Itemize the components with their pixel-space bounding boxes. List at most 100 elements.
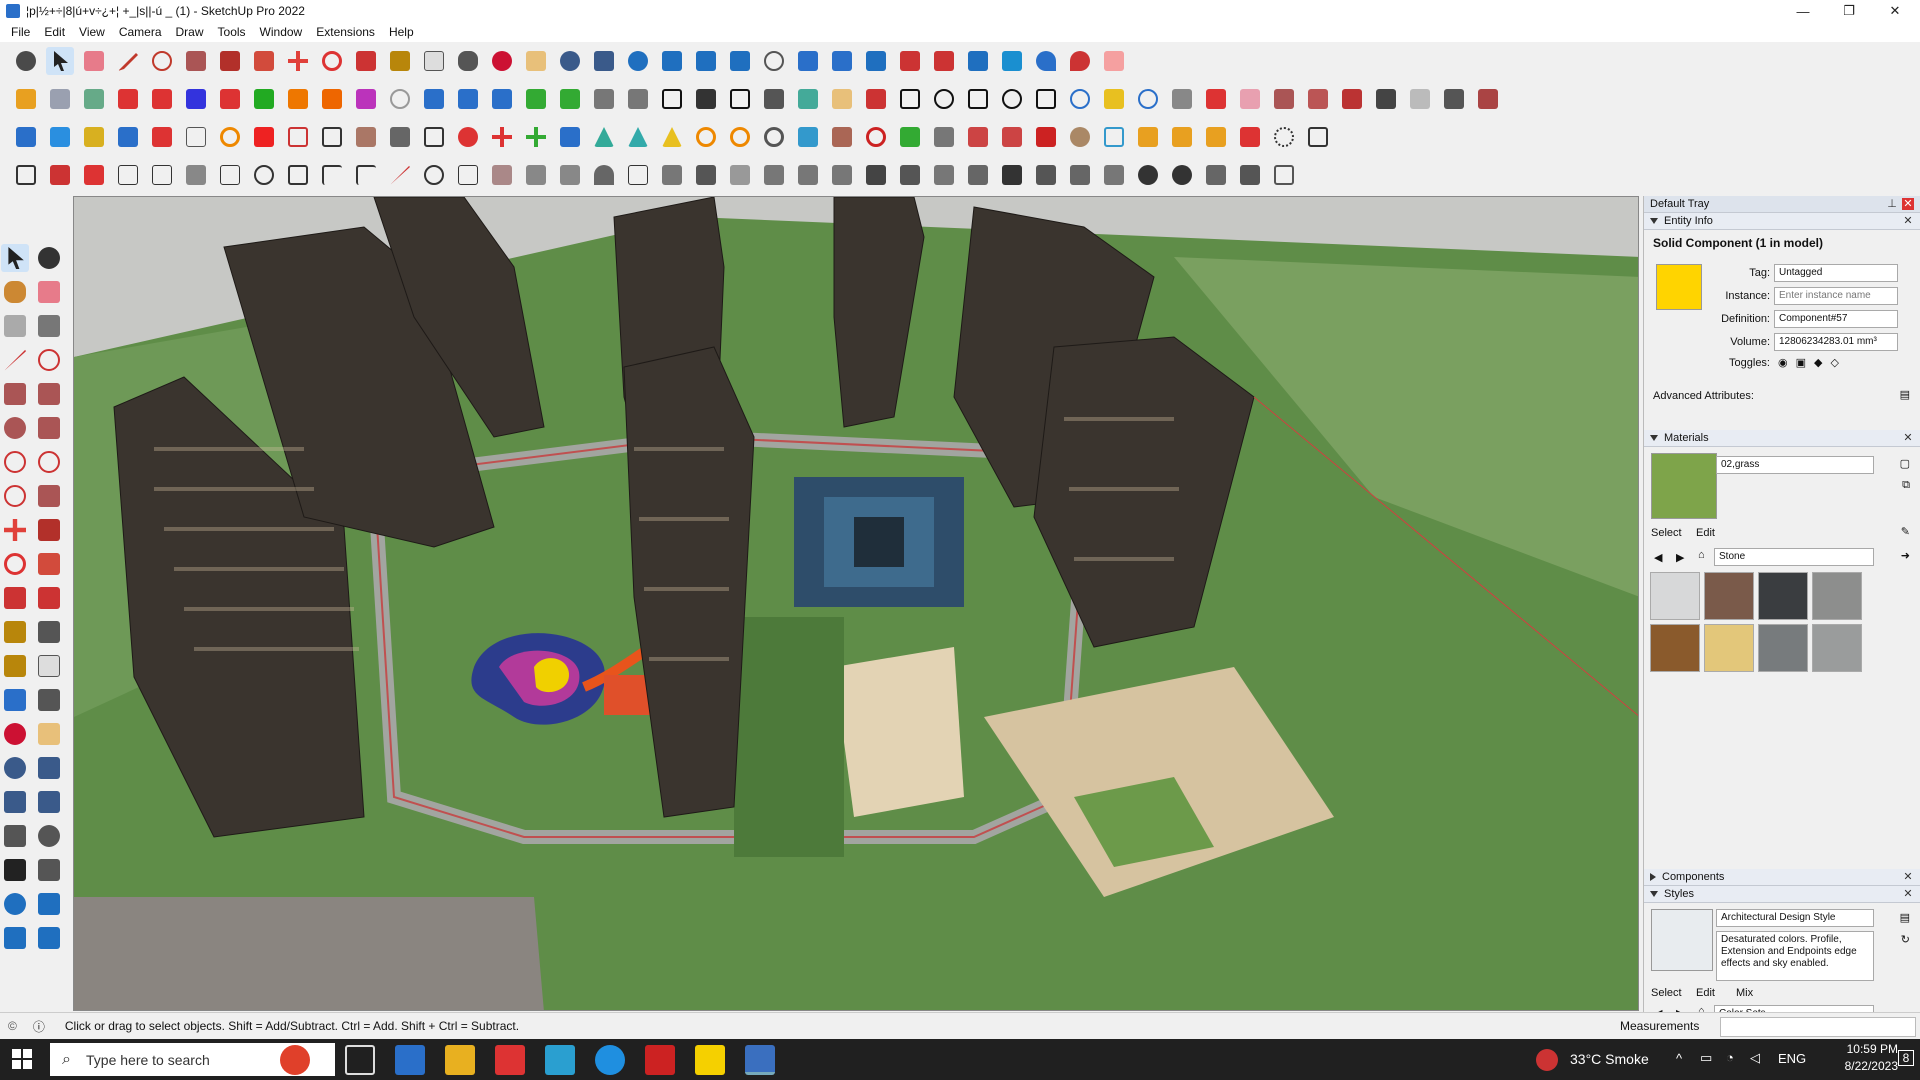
- corner-icon[interactable]: [318, 123, 346, 151]
- visible-toggle-icon[interactable]: ◉: [1778, 356, 1788, 369]
- arc-blue-icon[interactable]: [1066, 85, 1094, 113]
- push-pull-icon[interactable]: [216, 47, 244, 75]
- material-swatch[interactable]: [1650, 624, 1700, 672]
- grid-dark-icon[interactable]: [1304, 123, 1332, 151]
- style-name-field[interactable]: Architectural Design Style: [1716, 909, 1874, 927]
- shape-parallelogram-icon[interactable]: [1032, 85, 1060, 113]
- mesh2-icon[interactable]: [148, 161, 176, 189]
- sphere-icon[interactable]: [1066, 123, 1094, 151]
- material-swatch[interactable]: [1758, 572, 1808, 620]
- columns-icon[interactable]: [1100, 161, 1128, 189]
- pipe-red-icon[interactable]: [1202, 85, 1230, 113]
- top-view-icon[interactable]: [46, 85, 74, 113]
- bars2-icon[interactable]: [930, 161, 958, 189]
- corner3-icon[interactable]: [352, 161, 380, 189]
- stack-icon[interactable]: [692, 161, 720, 189]
- redo-icon[interactable]: [1066, 47, 1094, 75]
- menu-edit[interactable]: Edit: [37, 25, 72, 39]
- bend-icon[interactable]: [284, 161, 312, 189]
- styles-tab-select[interactable]: Select: [1651, 987, 1682, 999]
- cross-green-icon[interactable]: [522, 123, 550, 151]
- materials-tab-select[interactable]: Select: [1651, 527, 1682, 539]
- extrude-orange-icon[interactable]: [284, 85, 312, 113]
- section-fill-icon[interactable]: [828, 47, 856, 75]
- layout-icon[interactable]: [692, 47, 720, 75]
- plane-red-icon[interactable]: [1474, 85, 1502, 113]
- line-icon[interactable]: [1, 346, 29, 374]
- update-style-icon[interactable]: ↻: [1901, 933, 1910, 946]
- green-box2-icon[interactable]: [556, 85, 584, 113]
- panel-icon[interactable]: [624, 161, 652, 189]
- globe-icon[interactable]: [1134, 161, 1162, 189]
- frame-icon[interactable]: [454, 161, 482, 189]
- rectangle-icon[interactable]: [182, 47, 210, 75]
- undo-red-icon[interactable]: [862, 123, 890, 151]
- hex-outline-icon[interactable]: [1270, 161, 1298, 189]
- previous-view-icon[interactable]: [35, 788, 63, 816]
- plane-blue2-icon[interactable]: [454, 85, 482, 113]
- materials-tab-edit[interactable]: Edit: [1696, 527, 1715, 539]
- building-icon[interactable]: [760, 85, 788, 113]
- fredo-icon[interactable]: [1168, 85, 1196, 113]
- material-swatch[interactable]: [1650, 572, 1700, 620]
- back-view-icon[interactable]: [148, 85, 176, 113]
- menu-help[interactable]: Help: [382, 25, 421, 39]
- car-icon[interactable]: [80, 161, 108, 189]
- component-red-icon[interactable]: [964, 123, 992, 151]
- edge-icon[interactable]: [595, 1045, 625, 1075]
- face-blue-icon[interactable]: [12, 123, 40, 151]
- pie-icon[interactable]: [35, 482, 63, 510]
- arc-icon[interactable]: [148, 47, 176, 75]
- select-tool-icon[interactable]: [1, 244, 29, 272]
- hatch-icon[interactable]: [998, 161, 1026, 189]
- house2-icon[interactable]: [624, 85, 652, 113]
- fx-icon[interactable]: [794, 85, 822, 113]
- extension-manager-icon[interactable]: [35, 924, 63, 952]
- close-button[interactable]: ✕: [1872, 0, 1918, 22]
- material-preview-swatch[interactable]: [1651, 453, 1717, 519]
- toggle-secondary-icon[interactable]: ⧉: [1902, 479, 1910, 492]
- cone2-icon[interactable]: [624, 123, 652, 151]
- tag-icon[interactable]: [828, 85, 856, 113]
- dots-red-icon[interactable]: [454, 123, 482, 151]
- material-swatch[interactable]: [1704, 572, 1754, 620]
- plane-blue3-icon[interactable]: [488, 85, 516, 113]
- curve-tool-icon[interactable]: [386, 85, 414, 113]
- menu-camera[interactable]: Camera: [112, 25, 169, 39]
- gem-red-icon[interactable]: [1032, 123, 1060, 151]
- entity-info-header[interactable]: Entity Info ✕: [1644, 213, 1920, 230]
- plane-outline-icon[interactable]: [182, 123, 210, 151]
- lines-icon[interactable]: [760, 161, 788, 189]
- car2-icon[interactable]: [862, 161, 890, 189]
- make-component-icon[interactable]: [1, 312, 29, 340]
- extrude-x-icon[interactable]: [318, 85, 346, 113]
- square-red-icon[interactable]: [250, 123, 278, 151]
- slope-icon[interactable]: [1202, 161, 1230, 189]
- advanced-attributes-icon[interactable]: ▤: [1900, 388, 1910, 401]
- volume-icon[interactable]: ◁: [1750, 1050, 1760, 1066]
- minimize-button[interactable]: —: [1780, 0, 1826, 22]
- zoom-extents-icon[interactable]: [12, 47, 40, 75]
- hatch2-icon[interactable]: [1032, 161, 1060, 189]
- curve-red-icon[interactable]: [46, 161, 74, 189]
- zoom-extents-icon[interactable]: [1, 788, 29, 816]
- follow-me-icon[interactable]: [250, 47, 278, 75]
- measurements-field[interactable]: [1720, 1017, 1916, 1037]
- freehand-icon[interactable]: [35, 346, 63, 374]
- lasso2-icon[interactable]: [726, 123, 754, 151]
- details-arrow-icon[interactable]: ➜: [1901, 549, 1910, 562]
- calculator-icon[interactable]: [395, 1045, 425, 1075]
- mesh-icon[interactable]: [114, 161, 142, 189]
- extrude-green-icon[interactable]: [250, 85, 278, 113]
- layout-icon[interactable]: [1, 924, 29, 952]
- grid-orange-icon[interactable]: [1134, 123, 1162, 151]
- sketchup-taskbar-icon[interactable]: [745, 1045, 775, 1075]
- 3d-text-icon[interactable]: [35, 686, 63, 714]
- zoom-icon[interactable]: [556, 47, 584, 75]
- file-explorer-icon[interactable]: [445, 1045, 475, 1075]
- component-icon[interactable]: [930, 123, 958, 151]
- protractor-icon[interactable]: [1, 652, 29, 680]
- arc-orange-icon[interactable]: [216, 123, 244, 151]
- grid-orange2-icon[interactable]: [1168, 123, 1196, 151]
- cross-blue-icon[interactable]: [556, 123, 584, 151]
